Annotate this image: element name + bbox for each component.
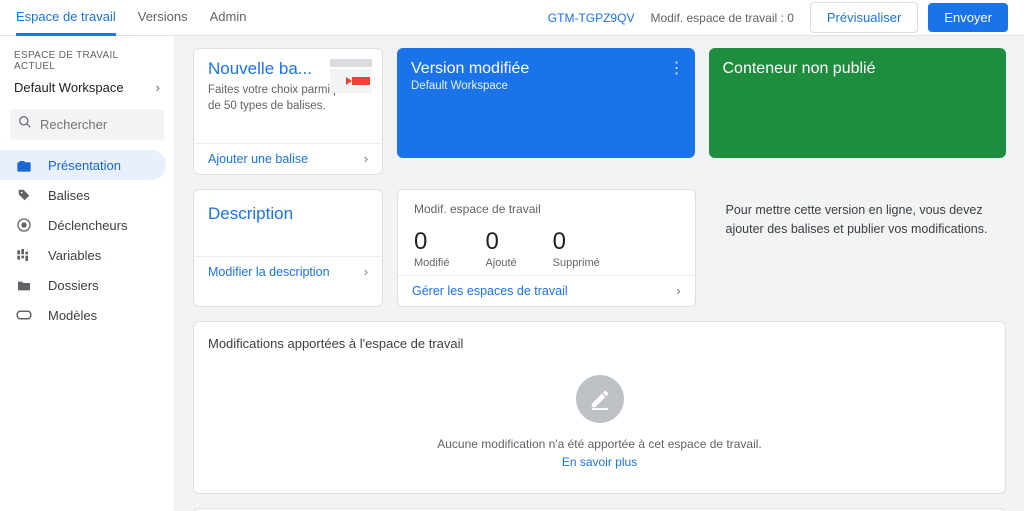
- container-title: Conteneur non publié: [723, 60, 993, 78]
- nav-variables[interactable]: Variables: [0, 240, 166, 270]
- nav-overview[interactable]: Présentation: [0, 150, 166, 180]
- top-navbar: Espace de travail Versions Admin GTM-TGP…: [0, 0, 1024, 36]
- nav-label: Balises: [48, 188, 90, 203]
- chevron-right-icon: ›: [364, 152, 368, 166]
- stat-num: 0: [485, 228, 516, 256]
- stat-modified: 0 Modifié: [414, 228, 449, 269]
- add-tag-label: Ajouter une balise: [208, 152, 308, 166]
- nav-templates[interactable]: Modèles: [0, 300, 166, 330]
- content-area: Nouvelle ba... Faites votre choix parmi …: [175, 36, 1024, 511]
- nav-folders[interactable]: Dossiers: [0, 270, 166, 300]
- nav-tags[interactable]: Balises: [0, 180, 166, 210]
- stat-added: 0 Ajouté: [485, 228, 516, 269]
- description-card: Description Modifier la description ›: [193, 189, 383, 307]
- workspace-changes-count: Modif. espace de travail : 0: [650, 11, 793, 25]
- edit-description-action[interactable]: Modifier la description ›: [194, 256, 382, 287]
- templates-icon: [14, 307, 34, 323]
- edit-icon: [576, 375, 624, 423]
- overview-icon: [14, 157, 34, 173]
- submit-button[interactable]: Envoyer: [928, 3, 1008, 32]
- stat-num: 0: [553, 228, 600, 256]
- modifications-card: Modifications apportées à l'espace de tr…: [193, 321, 1006, 494]
- stat-label: Ajouté: [485, 257, 516, 269]
- search-field[interactable]: [10, 109, 164, 140]
- version-subtitle: Default Workspace: [411, 80, 681, 92]
- variables-icon: [14, 247, 34, 263]
- manage-workspaces-label: Gérer les espaces de travail: [412, 284, 568, 298]
- nav-label: Présentation: [48, 158, 121, 173]
- search-icon: [18, 115, 40, 134]
- publish-hint-text: Pour mettre cette version en ligne, vous…: [710, 189, 1007, 251]
- workspace-stats-card: Modif. espace de travail 0 Modifié 0 Ajo…: [397, 189, 696, 307]
- tab-workspace[interactable]: Espace de travail: [16, 0, 116, 36]
- folder-icon: [14, 277, 34, 293]
- stat-label: Supprimé: [553, 257, 600, 269]
- chevron-right-icon: ›: [364, 265, 368, 279]
- stat-label: Modifié: [414, 257, 449, 269]
- nav-label: Dossiers: [48, 278, 99, 293]
- workspace-header-label: ESPACE DE TRAVAIL ACTUEL: [0, 44, 174, 74]
- top-tabs: Espace de travail Versions Admin: [16, 0, 246, 35]
- chevron-right-icon: ›: [676, 284, 680, 298]
- container-tile[interactable]: Conteneur non publié: [709, 48, 1007, 158]
- description-title: Description: [194, 190, 382, 256]
- sidebar: ESPACE DE TRAVAIL ACTUEL Default Workspa…: [0, 36, 175, 511]
- new-tag-card: Nouvelle ba... Faites votre choix parmi …: [193, 48, 383, 175]
- manage-workspaces-action[interactable]: Gérer les espaces de travail ›: [398, 275, 695, 306]
- tag-icon: [14, 187, 34, 203]
- empty-state-text: Aucune modification n'a été apportée à c…: [437, 437, 762, 451]
- chevron-right-icon: ›: [156, 80, 160, 95]
- workspace-name: Default Workspace: [14, 80, 124, 95]
- sidebar-nav: Présentation Balises Déclencheurs Variab…: [0, 150, 174, 330]
- nav-label: Variables: [48, 248, 101, 263]
- publish-hint-card: Pour mettre cette version en ligne, vous…: [710, 189, 1007, 307]
- empty-state: Aucune modification n'a été apportée à c…: [208, 351, 991, 479]
- stat-deleted: 0 Supprimé: [553, 228, 600, 269]
- version-title: Version modifiée: [411, 60, 681, 78]
- nav-label: Déclencheurs: [48, 218, 128, 233]
- modifications-title: Modifications apportées à l'espace de tr…: [208, 336, 991, 351]
- search-input[interactable]: [40, 117, 156, 132]
- tab-versions[interactable]: Versions: [138, 0, 188, 35]
- tag-thumbnail-icon: [330, 59, 372, 93]
- kebab-menu-icon[interactable]: ⋮: [669, 58, 685, 78]
- add-tag-action[interactable]: Ajouter une balise ›: [194, 143, 382, 174]
- stats-header: Modif. espace de travail: [414, 202, 679, 216]
- version-tile[interactable]: Version modifiée Default Workspace ⋮: [397, 48, 695, 158]
- trigger-icon: [14, 217, 34, 233]
- workspace-selector[interactable]: Default Workspace ›: [0, 74, 174, 105]
- edit-description-label: Modifier la description: [208, 265, 330, 279]
- nav-triggers[interactable]: Déclencheurs: [0, 210, 166, 240]
- preview-button[interactable]: Prévisualiser: [810, 2, 918, 33]
- stat-num: 0: [414, 228, 449, 256]
- nav-label: Modèles: [48, 308, 97, 323]
- container-id-link[interactable]: GTM-TGPZ9QV: [548, 11, 635, 25]
- learn-more-link[interactable]: En savoir plus: [562, 455, 637, 469]
- tab-admin[interactable]: Admin: [210, 0, 247, 35]
